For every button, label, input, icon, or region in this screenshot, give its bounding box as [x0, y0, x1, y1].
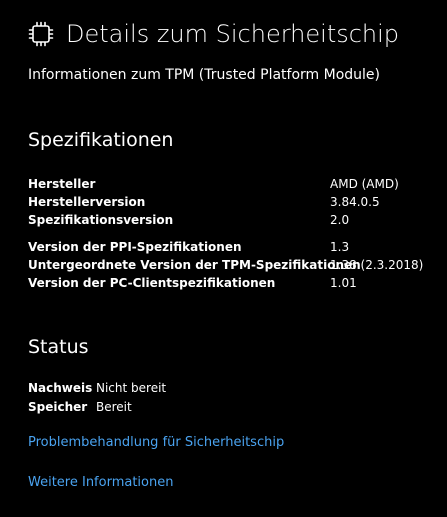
page-header: Details zum Sicherheitschip [28, 20, 399, 48]
spec-value: 1.3 [330, 240, 350, 254]
spec-value: 3.84.0.5 [330, 195, 380, 209]
status-value: Bereit [96, 400, 132, 414]
spec-value: AMD (AMD) [330, 177, 399, 191]
status-row-storage: Speicher Bereit [28, 398, 166, 417]
status-row-attestation: Nachweis Nicht bereit [28, 379, 166, 398]
status-value: Nicht bereit [96, 381, 167, 395]
page-title: Details zum Sicherheitschip [66, 20, 400, 48]
page-subtitle: Informationen zum TPM (Trusted Platform … [28, 67, 380, 83]
status-label: Nachweis [28, 381, 93, 395]
spec-row-pc-client-version: Version der PC-Clientspezifikationen 1.0… [28, 274, 428, 292]
tpm-details-page: Details zum Sicherheitschip Informatione… [0, 0, 447, 517]
spec-row-specification-version: Spezifikationsversion 2.0 [28, 211, 428, 229]
spec-label: Untergeordnete Version der TPM-Spezifika… [28, 258, 361, 272]
spec-label: Version der PPI-Spezifikationen [28, 240, 242, 254]
spec-label: Hersteller [28, 177, 96, 191]
spec-label: Spezifikationsversion [28, 213, 174, 227]
spec-label: Version der PC-Clientspezifikationen [28, 276, 276, 290]
specifications-group-2: Version der PPI-Spezifikationen 1.3 Unte… [28, 238, 428, 292]
status-table: Nachweis Nicht bereit Speicher Bereit [28, 379, 166, 417]
spec-row-manufacturer: Hersteller AMD (AMD) [28, 175, 428, 193]
specifications-group-1: Hersteller AMD (AMD) Herstellerversion 3… [28, 175, 428, 229]
troubleshoot-link[interactable]: Problembehandlung für Sicherheitschip [28, 435, 284, 450]
spec-value: 1.38 (2.3.2018) [330, 258, 424, 272]
spec-value: 1.01 [330, 276, 357, 290]
spec-row-ppi-version: Version der PPI-Spezifikationen 1.3 [28, 238, 428, 256]
specifications-heading: Spezifikationen [28, 129, 174, 151]
status-heading: Status [28, 336, 89, 358]
chip-icon [28, 21, 54, 47]
spec-row-manufacturer-version: Herstellerversion 3.84.0.5 [28, 193, 428, 211]
status-label: Speicher [28, 400, 88, 414]
spec-value: 2.0 [330, 213, 350, 227]
spec-label: Herstellerversion [28, 195, 146, 209]
more-info-link[interactable]: Weitere Informationen [28, 475, 173, 490]
spec-row-tpm-sub-version: Untergeordnete Version der TPM-Spezifika… [28, 256, 428, 274]
